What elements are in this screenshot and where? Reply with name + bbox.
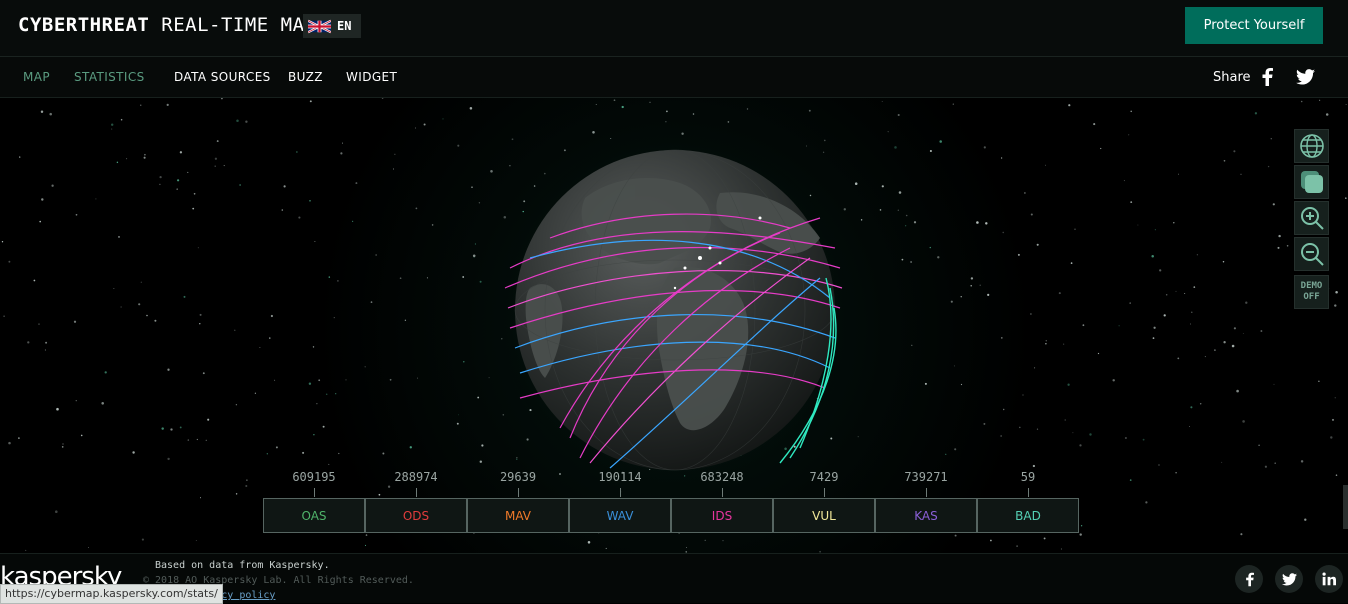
stat-tick: [722, 488, 723, 497]
nav-data-sources[interactable]: DATA SOURCES: [174, 70, 271, 84]
nav-statistics[interactable]: STATISTICS: [74, 70, 145, 84]
share-label: Share: [1213, 70, 1251, 85]
twitter-icon[interactable]: [1294, 66, 1316, 88]
demo-state: OFF: [1303, 292, 1320, 302]
zoom-out-button[interactable]: [1294, 237, 1329, 271]
globe-3d-map[interactable]: [490, 138, 860, 488]
stat-toggle-oas[interactable]: OAS: [263, 498, 365, 533]
stat-toggle-wav[interactable]: WAV: [569, 498, 671, 533]
nav-widget[interactable]: WIDGET: [346, 70, 397, 84]
stat-tick: [314, 488, 315, 497]
demo-label: DEMO: [1300, 281, 1323, 291]
stat-tick: [416, 488, 417, 497]
stat-tick: [1028, 488, 1029, 497]
globe-view-button[interactable]: [1294, 129, 1329, 163]
stat-value-oas: 609195: [292, 470, 336, 484]
zoom-in-icon: [1300, 207, 1324, 230]
zoom-in-button[interactable]: [1294, 201, 1329, 235]
uk-flag-icon: [308, 19, 331, 33]
globe-icon: [1299, 134, 1324, 158]
stat-toggle-kas[interactable]: KAS: [875, 498, 977, 533]
stat-tick: [518, 488, 519, 497]
stat-toggle-mav[interactable]: MAV: [467, 498, 569, 533]
language-selector[interactable]: EN: [303, 14, 361, 38]
facebook-icon[interactable]: [1256, 66, 1278, 88]
page-scrollbar[interactable]: [1343, 485, 1348, 529]
zoom-out-icon: [1300, 243, 1324, 266]
stat-tick: [620, 488, 621, 497]
nav-buzz[interactable]: BUZZ: [288, 70, 323, 84]
stat-value-ods: 288974: [394, 470, 438, 484]
stat-tick: [926, 488, 927, 497]
stat-value-wav: 190114: [598, 470, 642, 484]
facebook-icon[interactable]: [1235, 565, 1263, 593]
twitter-icon[interactable]: [1275, 565, 1303, 593]
stat-toggle-vul[interactable]: VUL: [773, 498, 875, 533]
stat-value-mav: 29639: [499, 470, 537, 484]
data-attribution: Based on data from Kaspersky.: [155, 560, 330, 571]
flat-map-icon: [1300, 171, 1323, 193]
linkedin-icon[interactable]: [1315, 565, 1343, 593]
site-title-rest: REAL-TIME MAP: [149, 14, 317, 36]
browser-status-url: https://cybermap.kaspersky.com/stats/: [0, 584, 223, 604]
site-title[interactable]: CYBERTHREAT REAL-TIME MAP: [18, 14, 317, 36]
stat-value-ids: 683248: [700, 470, 744, 484]
stat-value-vul: 7429: [809, 470, 839, 484]
protect-yourself-button[interactable]: Protect Yourself: [1185, 7, 1323, 44]
site-title-bold: CYBERTHREAT: [18, 14, 150, 36]
nav-map[interactable]: MAP: [23, 70, 50, 84]
stat-toggle-ods[interactable]: ODS: [365, 498, 467, 533]
stat-value-kas: 739271: [904, 470, 948, 484]
stat-toggle-ids[interactable]: IDS: [671, 498, 773, 533]
flat-map-button[interactable]: [1294, 165, 1329, 199]
main-nav: MAP STATISTICS DATA SOURCES BUZZ WIDGET …: [0, 57, 1348, 98]
stat-toggle-bad[interactable]: BAD: [977, 498, 1079, 533]
stat-tick: [824, 488, 825, 497]
top-header: CYBERTHREAT REAL-TIME MAP EN Protect You…: [0, 0, 1348, 57]
language-code: EN: [337, 19, 352, 33]
demo-toggle-button[interactable]: DEMO OFF: [1294, 275, 1329, 309]
stat-value-bad: 59: [1020, 470, 1036, 484]
threat-stats-bar: 609195 OAS 288974 ODS 29639 MAV 190114 WAV 68324…: [263, 470, 1079, 534]
